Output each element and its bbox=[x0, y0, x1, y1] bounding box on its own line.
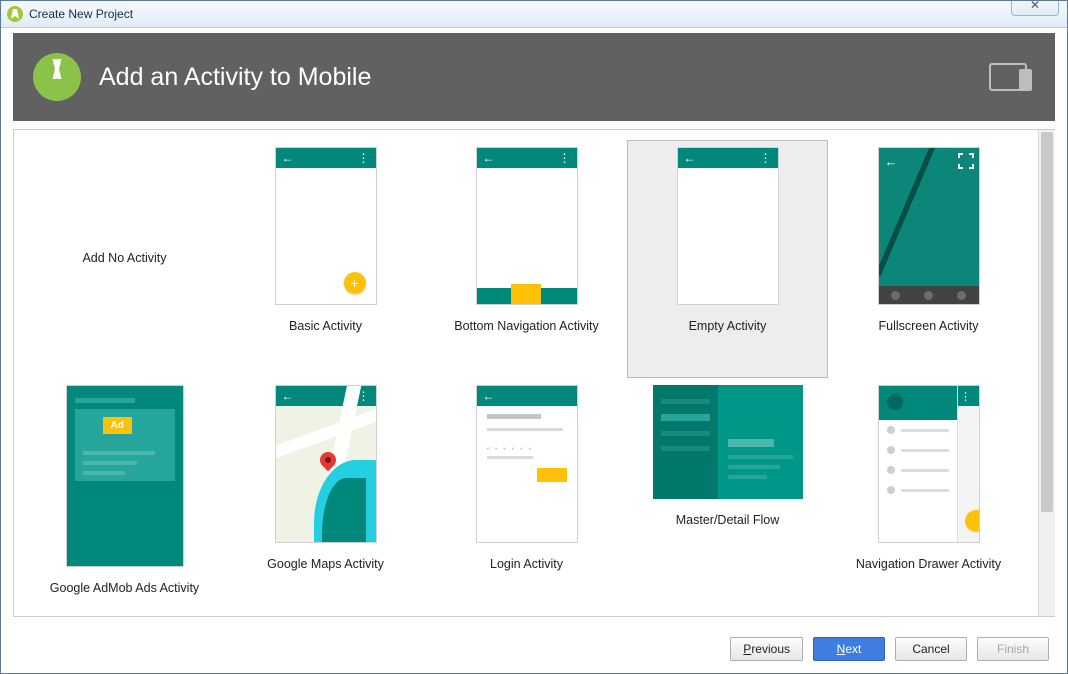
ad-label: Ad bbox=[103, 417, 132, 434]
activity-option[interactable]: Google Maps Activity bbox=[225, 378, 426, 616]
more-icon bbox=[358, 151, 370, 165]
previous-button[interactable]: Previous bbox=[730, 637, 803, 661]
activity-option[interactable]: ⋮ Navigation Drawer Activity bbox=[828, 378, 1029, 616]
back-icon bbox=[282, 389, 294, 403]
activity-option[interactable]: Master/Detail Flow bbox=[627, 378, 828, 616]
wizard-footer: Previous Next Cancel Finish bbox=[1, 625, 1067, 673]
activity-option[interactable]: Bottom Navigation Activity bbox=[426, 140, 627, 378]
fab-icon: + bbox=[344, 272, 366, 294]
activity-thumb-admob: Ad bbox=[66, 385, 184, 567]
activity-label: Google Maps Activity bbox=[267, 557, 384, 571]
activity-thumb-basic: + bbox=[275, 147, 377, 305]
android-studio-logo bbox=[33, 53, 81, 101]
activity-label: Google AdMob Ads Activity bbox=[50, 581, 199, 595]
activity-label: Empty Activity bbox=[689, 319, 767, 333]
activity-thumb-fullscreen: ← bbox=[878, 147, 980, 305]
activity-grid: Add No Activity + Basic Activity Bottom … bbox=[14, 130, 1039, 616]
activity-option[interactable]: Add No Activity bbox=[24, 140, 225, 378]
activity-thumb-bottomnav bbox=[476, 147, 578, 305]
cancel-button[interactable]: Cancel bbox=[895, 637, 967, 661]
activity-label: Login Activity bbox=[490, 557, 563, 571]
activity-label: Fullscreen Activity bbox=[878, 319, 978, 333]
activity-thumb-masterdetail bbox=[653, 385, 803, 499]
android-studio-icon bbox=[7, 6, 23, 22]
banner-title: Add an Activity to Mobile bbox=[99, 63, 371, 92]
finish-button[interactable]: Finish bbox=[977, 637, 1049, 661]
activity-label: Bottom Navigation Activity bbox=[454, 319, 599, 333]
activity-option[interactable]: + Basic Activity bbox=[225, 140, 426, 378]
activity-gallery: Add No Activity + Basic Activity Bottom … bbox=[13, 129, 1055, 617]
create-project-window: Create New Project ✕ Add an Activity to … bbox=[0, 0, 1068, 674]
window-close-button[interactable]: ✕ bbox=[1011, 0, 1059, 16]
activity-label: Master/Detail Flow bbox=[676, 513, 780, 527]
more-icon bbox=[760, 151, 772, 165]
back-icon bbox=[483, 389, 495, 403]
more-icon bbox=[559, 151, 571, 165]
activity-label: Add No Activity bbox=[82, 251, 166, 265]
activity-option[interactable]: ← Fullscreen Activity bbox=[828, 140, 1029, 378]
activity-option[interactable]: Empty Activity bbox=[627, 140, 828, 378]
activity-label: Navigation Drawer Activity bbox=[856, 557, 1001, 571]
back-icon: ← bbox=[885, 154, 898, 169]
scrollbar-thumb[interactable] bbox=[1041, 132, 1053, 512]
titlebar: Create New Project bbox=[1, 1, 1067, 28]
back-icon bbox=[483, 151, 495, 165]
activity-option[interactable]: Ad Google AdMob Ads Activity bbox=[24, 378, 225, 616]
next-button[interactable]: Next bbox=[813, 637, 885, 661]
activity-thumb-login: • • • • • • bbox=[476, 385, 578, 543]
avatar-icon bbox=[887, 394, 903, 410]
activity-option[interactable]: • • • • • • Login Activity bbox=[426, 378, 627, 616]
back-icon bbox=[282, 151, 294, 165]
scrollbar[interactable] bbox=[1038, 130, 1055, 616]
activity-thumb-maps bbox=[275, 385, 377, 543]
wizard-banner: Add an Activity to Mobile bbox=[13, 33, 1055, 121]
fab-icon bbox=[965, 510, 980, 532]
activity-label: Basic Activity bbox=[289, 319, 362, 333]
activity-thumb-navdrawer: ⋮ bbox=[878, 385, 980, 543]
window-title: Create New Project bbox=[29, 7, 133, 21]
back-icon bbox=[684, 151, 696, 165]
device-icon bbox=[989, 61, 1035, 93]
fullscreen-icon bbox=[958, 153, 974, 169]
activity-thumb-empty bbox=[677, 147, 779, 305]
